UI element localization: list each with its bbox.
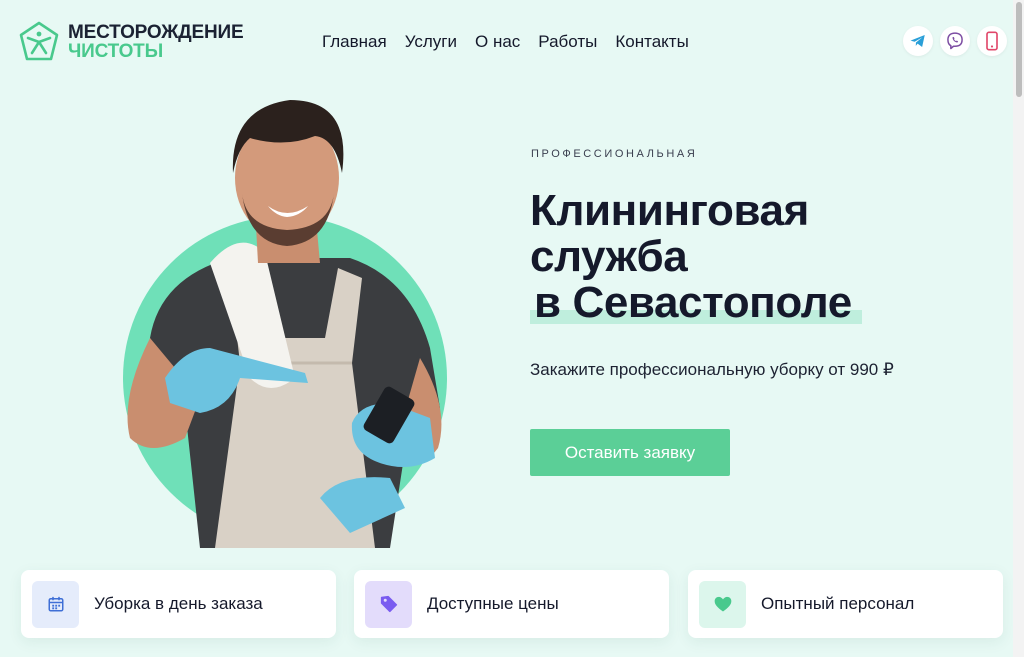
heart-icon bbox=[714, 596, 731, 612]
logo-title: МЕСТОРОЖДЕНИЕ bbox=[68, 22, 244, 43]
site-header: МЕСТОРОЖДЕНИЕ ЧИСТОТЫ Главная Услуги О н… bbox=[0, 0, 1024, 84]
phone-button[interactable] bbox=[977, 26, 1007, 56]
telegram-icon bbox=[910, 35, 925, 47]
feature-icon-box bbox=[32, 580, 79, 628]
submit-request-button[interactable]: Оставить заявку bbox=[530, 429, 730, 476]
hero-title-line-2: служба bbox=[530, 232, 688, 281]
page-scrollbar[interactable] bbox=[1013, 0, 1024, 657]
telegram-button[interactable] bbox=[903, 26, 933, 56]
main-nav: Главная Услуги О нас Работы Контакты bbox=[322, 31, 689, 53]
feature-label: Уборка в день заказа bbox=[94, 594, 263, 613]
feature-label: Доступные цены bbox=[427, 594, 559, 613]
feature-label: Опытный персонал bbox=[761, 594, 915, 613]
hero-title-line-1: Клининговая bbox=[530, 186, 809, 235]
nav-item-works[interactable]: Работы bbox=[538, 32, 597, 52]
feature-card-prices: Доступные цены bbox=[354, 570, 669, 638]
scrollbar-thumb[interactable] bbox=[1016, 2, 1022, 97]
nav-item-services[interactable]: Услуги bbox=[405, 32, 457, 52]
nav-item-about[interactable]: О нас bbox=[475, 32, 520, 52]
phone-icon bbox=[986, 31, 998, 51]
nav-item-home[interactable]: Главная bbox=[322, 32, 387, 52]
viber-icon bbox=[947, 32, 963, 50]
hero-eyebrow: ПРОФЕССИОНАЛЬНАЯ bbox=[531, 148, 698, 160]
nav-item-contacts[interactable]: Контакты bbox=[615, 32, 688, 52]
logo-subtitle: ЧИСТОТЫ bbox=[68, 41, 163, 62]
hero-title-line-3: в Севастополе bbox=[530, 280, 862, 326]
logo[interactable]: МЕСТОРОЖДЕНИЕ ЧИСТОТЫ bbox=[18, 20, 258, 64]
feature-icon-box bbox=[365, 580, 412, 628]
logo-mark-icon bbox=[19, 21, 59, 61]
viber-button[interactable] bbox=[940, 26, 970, 56]
calendar-icon bbox=[48, 596, 63, 612]
feature-card-staff: Опытный персонал bbox=[688, 570, 1003, 638]
feature-icon-box bbox=[699, 580, 746, 628]
hero-cleaner-image bbox=[123, 100, 447, 548]
price-tag-icon bbox=[380, 595, 397, 613]
hero-title: Клининговая служба в Севастополе bbox=[530, 188, 930, 326]
feature-card-same-day: Уборка в день заказа bbox=[21, 570, 336, 638]
hero-subtitle: Закажите профессиональную уборку от 990 … bbox=[530, 360, 894, 379]
